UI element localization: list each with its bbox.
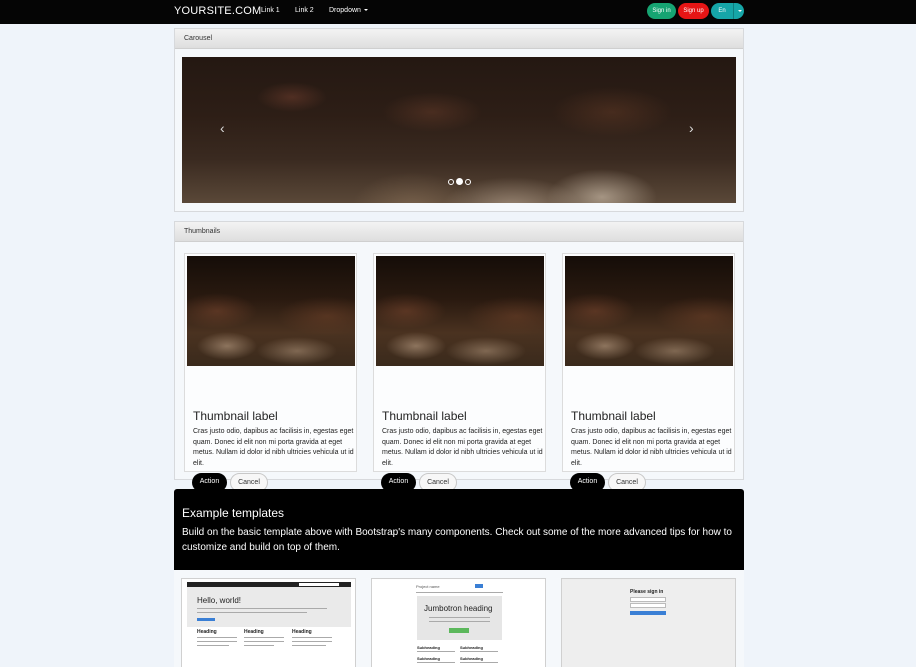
- templates-description: Build on the basic template above with B…: [182, 527, 732, 553]
- preview-signin-button: [630, 611, 666, 615]
- chevron-right-icon[interactable]: ›: [689, 121, 694, 135]
- language-dropdown-toggle[interactable]: [733, 3, 744, 19]
- example-templates-section: Example templates Build on the basic tem…: [174, 489, 744, 667]
- preview-text-line: [197, 612, 307, 613]
- preview-text-line: [429, 617, 490, 618]
- preview-text-line: [460, 662, 498, 663]
- sign-in-button[interactable]: Sign in: [647, 3, 676, 19]
- language-selector[interactable]: En: [711, 3, 744, 19]
- preview-subheading: Subheading: [417, 656, 440, 661]
- thumbnail-title: Thumbnail label: [571, 409, 656, 423]
- preview-text-line: [244, 645, 274, 646]
- preview-text-line: [197, 637, 237, 638]
- preview-jumbotron: Jumbotron heading: [417, 596, 502, 640]
- preview-subheading: Subheading: [460, 656, 483, 661]
- caret-down-icon: [738, 10, 742, 12]
- template-preview-starter[interactable]: Hello, world! Heading Heading Heading: [181, 578, 356, 667]
- preview-password-field: [630, 603, 666, 608]
- thumbnail-title: Thumbnail label: [382, 409, 467, 423]
- templates-gallery: Hello, world! Heading Heading Heading Pr…: [174, 570, 744, 667]
- preview-search: [299, 583, 339, 586]
- preview-text-line: [244, 641, 284, 642]
- preview-subheading: Subheading: [417, 645, 440, 650]
- thumbnail-title: Thumbnail label: [193, 409, 278, 423]
- preview-button: [449, 628, 469, 633]
- templates-title: Example templates: [182, 506, 285, 520]
- thumbnails-panel: Thumbnails Thumbnail label Cras justo od…: [174, 221, 744, 492]
- thumbnail-card: Thumbnail label Cras justo odio, dapibus…: [373, 253, 546, 492]
- preview-project-name: Project name: [416, 584, 440, 589]
- preview-hero: Hello, world!: [187, 587, 351, 627]
- navbar: YOURSITE.COM Link 1 Link 2 Dropdown Sign…: [0, 0, 916, 24]
- preview-divider: [416, 592, 503, 593]
- thumbnail-image: [187, 256, 355, 366]
- nav-dropdown[interactable]: Dropdown: [329, 7, 368, 14]
- brand-logo[interactable]: YOURSITE.COM: [174, 5, 261, 17]
- template-preview-signin[interactable]: Please sign in: [561, 578, 736, 667]
- preview-text-line: [197, 645, 229, 646]
- preview-text-line: [244, 637, 284, 638]
- caret-down-icon: [363, 9, 368, 12]
- preview-text-line: [417, 651, 455, 652]
- thumbnail-image: [565, 256, 733, 366]
- thumbnail-card: Thumbnail label Cras justo odio, dapibus…: [562, 253, 735, 492]
- nav-link-1[interactable]: Link 1: [261, 7, 280, 14]
- thumbnail-card: Thumbnail label Cras justo odio, dapibus…: [184, 253, 357, 492]
- carousel-panel: Carousel ‹ ›: [174, 28, 744, 212]
- preview-subheading: Subheading: [460, 645, 483, 650]
- carousel-indicator[interactable]: [465, 179, 471, 185]
- preview-heading: Heading: [292, 629, 312, 635]
- preview-nav-pill: [475, 584, 483, 588]
- thumbnail-image: [376, 256, 544, 366]
- thumbnails-panel-heading: Thumbnails: [175, 222, 743, 242]
- preview-jumbotron-title: Jumbotron heading: [424, 604, 493, 613]
- preview-heading: Heading: [197, 629, 217, 635]
- preview-text-line: [292, 641, 332, 642]
- preview-heading: Heading: [244, 629, 264, 635]
- thumbnail-text: Cras justo odio, dapibus ac facilisis in…: [571, 428, 732, 467]
- thumbnail-text: Cras justo odio, dapibus ac facilisis in…: [382, 428, 543, 467]
- nav-dropdown-label: Dropdown: [329, 7, 361, 14]
- preview-text-line: [197, 608, 327, 609]
- nav-link-2[interactable]: Link 2: [295, 7, 314, 14]
- preview-text-line: [460, 651, 498, 652]
- preview-button: [197, 618, 215, 621]
- thumbnail-text: Cras justo odio, dapibus ac facilisis in…: [193, 428, 354, 467]
- preview-text-line: [292, 637, 332, 638]
- carousel-indicator[interactable]: [448, 179, 454, 185]
- sign-up-button[interactable]: Sign up: [678, 3, 709, 19]
- preview-signin-title: Please sign in: [630, 589, 664, 595]
- chevron-left-icon[interactable]: ‹: [220, 121, 225, 135]
- carousel-panel-heading: Carousel: [175, 29, 743, 49]
- preview-hero-title: Hello, world!: [197, 596, 242, 605]
- preview-text-line: [417, 662, 455, 663]
- carousel-indicator-active[interactable]: [456, 178, 463, 185]
- template-preview-jumbotron[interactable]: Project name Jumbotron heading Subheadin…: [371, 578, 546, 667]
- carousel-slide-image[interactable]: ‹ ›: [182, 57, 736, 203]
- preview-text-line: [429, 621, 490, 622]
- preview-text-line: [292, 645, 326, 646]
- preview-email-field: [630, 597, 666, 602]
- language-label[interactable]: En: [711, 3, 733, 19]
- preview-text-line: [197, 641, 237, 642]
